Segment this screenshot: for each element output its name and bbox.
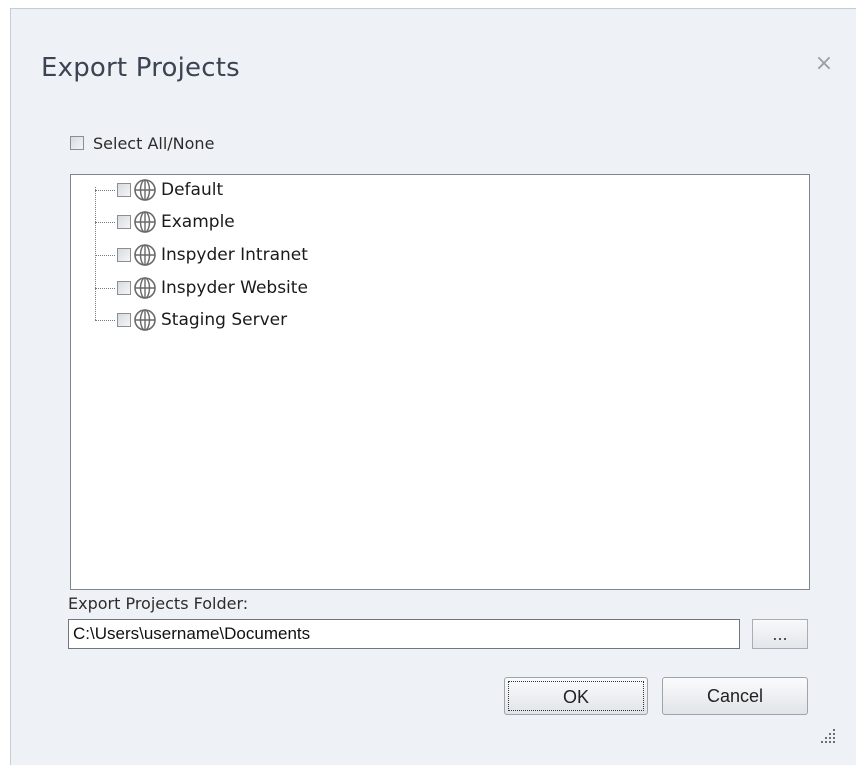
- tree-branch-line: [95, 254, 115, 256]
- project-checkbox[interactable]: [117, 215, 131, 229]
- project-label: Staging Server: [161, 310, 288, 330]
- tree-branch-line: [95, 221, 115, 223]
- select-all-checkbox[interactable]: Select All/None: [70, 133, 214, 153]
- project-checkbox[interactable]: [117, 183, 131, 197]
- resize-grip-icon[interactable]: [819, 727, 837, 745]
- select-all-label: Select All/None: [93, 133, 215, 153]
- tree-item-default[interactable]: Default: [95, 175, 223, 205]
- browse-button[interactable]: ...: [752, 619, 808, 649]
- export-folder-input[interactable]: [68, 619, 740, 649]
- ok-button[interactable]: OK: [504, 677, 648, 715]
- export-projects-dialog: Export Projects × Select All/None Defaul…: [10, 8, 856, 765]
- close-icon[interactable]: ×: [811, 51, 837, 77]
- dialog-title: Export Projects: [41, 53, 240, 83]
- project-label: Inspyder Website: [161, 278, 308, 298]
- project-label: Default: [161, 180, 224, 200]
- tree-item-staging-server[interactable]: Staging Server: [95, 305, 287, 335]
- tree-item-inspyder-website[interactable]: Inspyder Website: [95, 273, 308, 303]
- tree-branch-line: [95, 189, 115, 191]
- globe-icon: [134, 179, 156, 201]
- globe-icon: [134, 211, 156, 233]
- tree-item-inspyder-intranet[interactable]: Inspyder Intranet: [95, 240, 308, 270]
- checkbox-box[interactable]: [70, 136, 84, 150]
- globe-icon: [134, 277, 156, 299]
- ok-button-label: OK: [508, 681, 644, 711]
- tree-branch-line: [95, 287, 115, 289]
- project-checkbox[interactable]: [117, 248, 131, 262]
- globe-icon: [134, 309, 156, 331]
- cancel-button[interactable]: Cancel: [662, 677, 808, 715]
- project-label: Example: [161, 212, 235, 232]
- project-checkbox[interactable]: [117, 281, 131, 295]
- tree-item-example[interactable]: Example: [95, 207, 235, 237]
- export-folder-label: Export Projects Folder:: [68, 594, 249, 613]
- tree-branch-line: [95, 319, 115, 321]
- project-tree[interactable]: Default Example Inspyder Intranet Inspyd…: [70, 174, 810, 590]
- project-label: Inspyder Intranet: [161, 245, 308, 265]
- globe-icon: [134, 244, 156, 266]
- project-checkbox[interactable]: [117, 313, 131, 327]
